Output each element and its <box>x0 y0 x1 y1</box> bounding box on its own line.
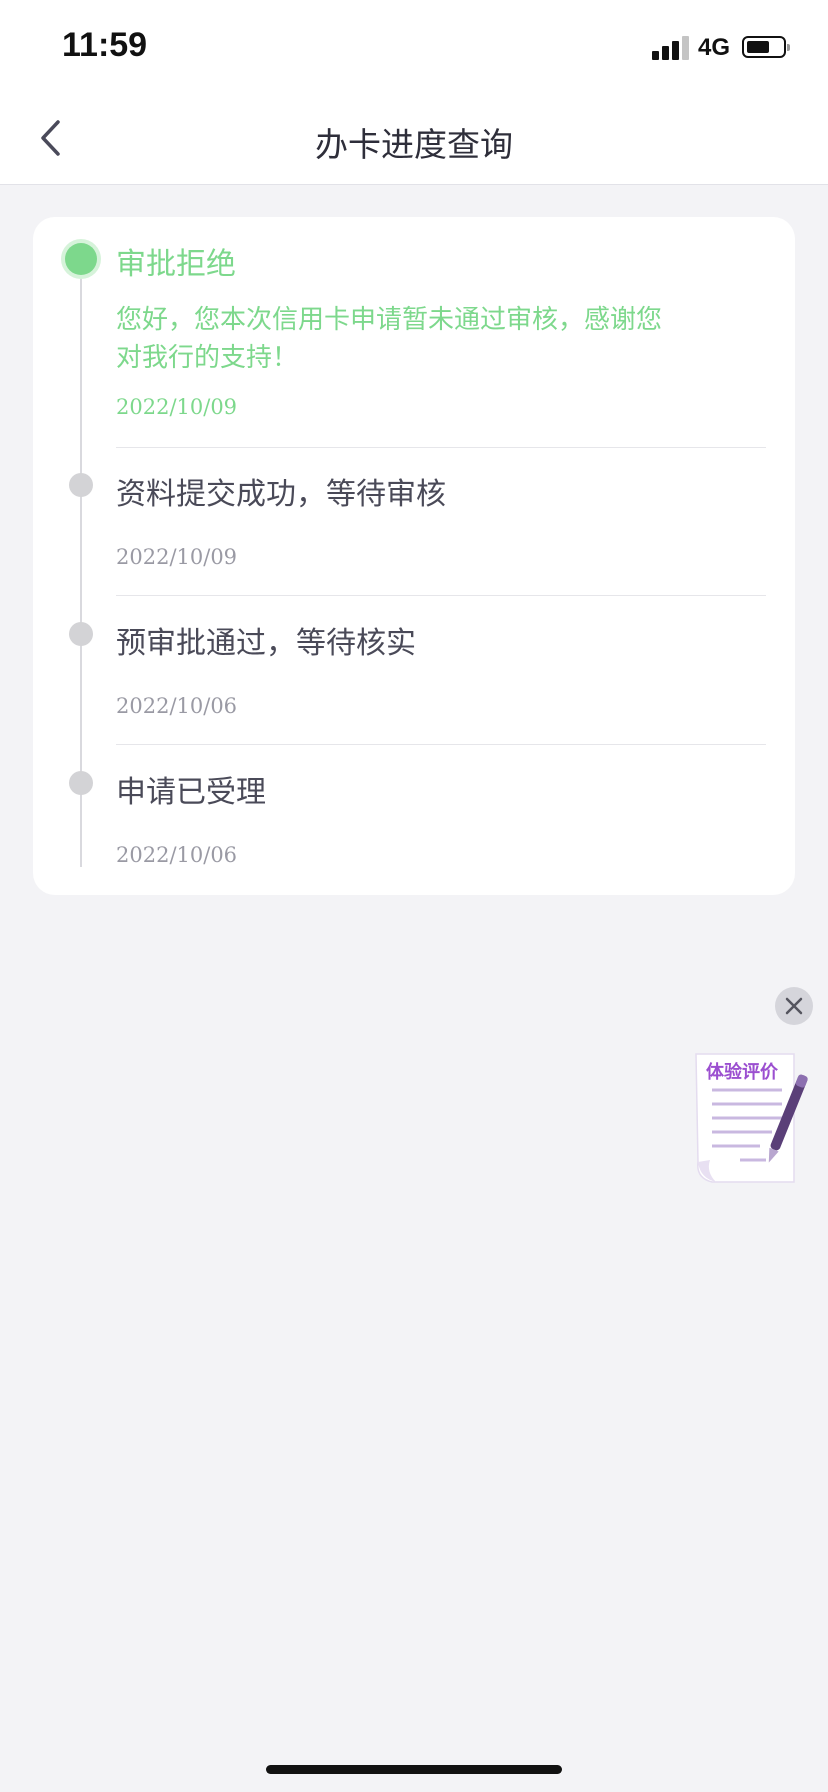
divider <box>116 595 766 596</box>
step-title: 资料提交成功，等待审核 <box>116 477 446 512</box>
close-icon <box>785 997 803 1015</box>
step-date: 2022/10/06 <box>116 694 238 718</box>
status-bar: 11:59 4G <box>0 0 828 92</box>
battery-icon <box>742 36 790 58</box>
status-time: 11:59 <box>62 26 148 64</box>
step-date: 2022/10/09 <box>116 395 238 419</box>
feedback-label: 体验评价 <box>706 1062 778 1083</box>
nav-bar: 办卡进度查询 <box>0 92 828 185</box>
timeline-dot-active <box>65 243 97 275</box>
timeline-dot <box>69 771 93 795</box>
step-date: 2022/10/09 <box>116 545 238 569</box>
feedback-button[interactable]: 体验评价 <box>690 1050 810 1190</box>
step-title: 预审批通过，等待核实 <box>116 626 416 661</box>
home-indicator <box>266 1765 562 1774</box>
page-title: 办卡进度查询 <box>315 125 513 164</box>
step-title: 审批拒绝 <box>116 247 236 282</box>
signal-icon <box>652 36 690 60</box>
timeline-dot <box>69 473 93 497</box>
step-message: 您好，您本次信用卡申请暂未通过审核，感谢您对我行的支持！ <box>116 305 663 373</box>
step-title: 申请已受理 <box>116 775 266 810</box>
divider <box>116 744 766 745</box>
divider <box>116 447 766 448</box>
progress-card: 审批拒绝 您好，您本次信用卡申请暂未通过审核，感谢您对我行的支持！ 2022/1… <box>33 217 795 895</box>
network-label: 4G <box>698 34 731 61</box>
step-date: 2022/10/06 <box>116 843 238 867</box>
close-float-button[interactable] <box>775 987 813 1025</box>
timeline-dot <box>69 622 93 646</box>
